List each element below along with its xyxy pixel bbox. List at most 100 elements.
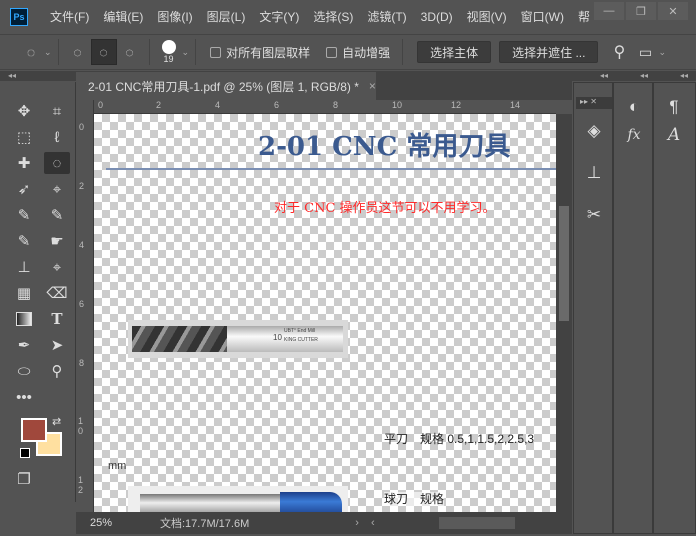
paragraph-icon[interactable]: ¶ (662, 95, 686, 119)
menu-filter[interactable]: 滤镜(T) (367, 8, 406, 25)
more-tools-icon[interactable]: ••• (11, 386, 37, 408)
character-icon[interactable]: A (662, 123, 686, 147)
zoom-level[interactable]: 25% (76, 517, 146, 529)
close-tab-icon[interactable]: × (369, 79, 376, 93)
path-selection-icon[interactable]: ➤ (44, 334, 70, 356)
tools-preset-icon[interactable]: ✂ (582, 203, 606, 227)
select-subject-button[interactable]: 选择主体 (417, 41, 492, 63)
brush-size-picker[interactable]: 19 (156, 40, 182, 64)
smudge-tool-icon[interactable]: ☛ (44, 230, 70, 252)
menu-type[interactable]: 文字(Y) (259, 8, 299, 25)
brush-tool-icon[interactable]: ✎ (11, 230, 37, 252)
chevron-down-icon[interactable]: ⌄ (44, 47, 52, 58)
perspective-crop-icon[interactable]: ▦ (11, 282, 37, 304)
document-tab-title: 2-01 CNC常用刀具-1.pdf @ 25% (图层 1, RGB/8) * (88, 79, 359, 94)
unit-label: mm (108, 460, 127, 472)
toolbar-collapse[interactable]: ◂◂ (0, 71, 76, 81)
collapse-icon[interactable]: ◂◂ (600, 71, 608, 80)
foreground-color-swatch-top[interactable] (21, 418, 47, 442)
chevron-down-icon[interactable]: ⌄ (658, 47, 666, 58)
close-button[interactable]: ✕ (658, 2, 688, 20)
layers-icon[interactable]: ◈ (582, 119, 606, 143)
type-tool-icon[interactable]: T (44, 308, 70, 330)
swap-colors-icon[interactable]: ⇄ (52, 415, 61, 428)
document-canvas[interactable]: 2-01 CNC 常用刀具 对于 CNC 操作员这节可以不用学习。 10 UBT… (94, 114, 556, 512)
status-menu-arrow[interactable]: › (355, 517, 359, 529)
mixer-brush-icon[interactable]: ✎ (11, 204, 37, 226)
clone-source-icon[interactable]: ⊥ (582, 161, 606, 185)
panel-group-header[interactable]: ▸▸ ✕ (576, 97, 612, 109)
eraser-tool-icon[interactable]: ⌫ (44, 282, 70, 304)
adjustments-icon[interactable]: ◐ (622, 95, 646, 119)
workspace-icon[interactable]: ▭ (632, 39, 658, 65)
zoom-tool-icon[interactable]: ⚲ (44, 360, 70, 382)
menu-help[interactable]: 帮 (578, 8, 590, 25)
subtract-selection-icon[interactable]: ◌ (117, 39, 143, 65)
lasso-tool-icon[interactable]: ℓ (44, 126, 70, 148)
flat-end-mill-image: 10 UBT° End Mill KING CUTTER (128, 320, 348, 358)
new-selection-icon[interactable]: ◌ (65, 39, 91, 65)
brush-preview (161, 40, 176, 54)
clone-stamp-icon[interactable]: ⊥ (11, 256, 37, 278)
menu-edit[interactable]: 编辑(E) (103, 8, 143, 25)
styles-fx-icon[interactable]: fx (622, 123, 646, 147)
ellipse-tool-icon[interactable]: ⬭ (11, 360, 37, 382)
panel-column-2: ◐ fx (613, 82, 653, 534)
panel-column-1: ▸▸ ✕ ◈ ⊥ ✂ (573, 82, 613, 534)
document-tab[interactable]: 2-01 CNC常用刀具-1.pdf @ 25% (图层 1, RGB/8) *… (76, 72, 376, 100)
ruler-tick: 2 (156, 100, 162, 110)
menu-select[interactable]: 选择(S) (313, 8, 353, 25)
chevron-down-icon[interactable]: ⌄ (182, 47, 190, 58)
eyedropper-icon[interactable]: ⌖ (44, 178, 70, 200)
status-bar: 25% 文档:17.7M/17.6M › ‹ (76, 512, 572, 534)
healing-brush-icon[interactable]: ✚ (11, 152, 37, 174)
select-and-mask-button[interactable]: 选择并遮住 ... (499, 41, 599, 63)
document-size: 文档:17.7M/17.6M (160, 518, 250, 530)
tool-label-number: 10 (273, 333, 282, 342)
ruler-tick: 0 (98, 100, 104, 110)
brush-size-value: 19 (163, 54, 174, 64)
move-tool-icon[interactable]: ✥ (11, 100, 37, 122)
gradient-tool-icon[interactable] (11, 308, 37, 330)
photoshop-logo: Ps (10, 7, 28, 26)
ruler-tick: 6 (274, 100, 280, 110)
tool-label-line2: KING CUTTER (284, 337, 318, 343)
horizontal-scroll-thumb[interactable] (438, 517, 515, 529)
sample-all-layers-checkbox[interactable] (210, 46, 222, 58)
scroll-left-icon[interactable]: ‹ (371, 517, 375, 529)
ruler-tick: 8 (333, 100, 339, 110)
ruler-tick: 0 (79, 122, 85, 132)
sample-all-layers-label: 对所有图层取样 (226, 45, 311, 60)
add-to-selection-icon[interactable]: ◌ (90, 39, 117, 65)
vertical-ruler: 0 2 4 6 8 10 12 (76, 100, 94, 512)
menu-layer[interactable]: 图层(L) (207, 8, 246, 25)
scroll-thumb[interactable] (559, 206, 569, 321)
pen-tool-icon[interactable]: ✒ (11, 334, 37, 356)
collapse-icon[interactable]: ◂◂ (680, 71, 688, 80)
color-replacement-icon[interactable]: ➶ (11, 178, 37, 200)
options-bar: ◌ ⌄ ◌ ◌ ◌ 19 ⌄ 对所有图层取样 自动增强 选择主体 选择并遮住 .… (0, 34, 696, 70)
search-icon[interactable]: ⚲ (606, 39, 632, 65)
menu-window[interactable]: 窗口(W) (521, 8, 564, 25)
vertical-scrollbar[interactable] (556, 114, 572, 512)
restore-button[interactable]: ❐ (626, 2, 656, 20)
background-eraser-icon[interactable]: ⌖ (44, 256, 70, 278)
screen-mode-icon[interactable]: ❐ (11, 468, 37, 490)
menu-view[interactable]: 视图(V) (467, 8, 507, 25)
menu-image[interactable]: 图像(I) (157, 8, 192, 25)
tool-preset-picker[interactable]: ◌ (18, 39, 44, 65)
default-colors-icon[interactable] (20, 448, 30, 458)
note-text: 对于 CNC 操作员这节可以不用学习。 (274, 201, 496, 216)
quick-selection-tool-icon[interactable]: ◌ (44, 152, 70, 174)
menu-bar: Ps 文件(F) 编辑(E) 图像(I) 图层(L) 文字(Y) 选择(S) 滤… (0, 0, 696, 33)
ruler-tick: 4 (215, 100, 221, 110)
ruler-tick: 10 (392, 100, 403, 110)
marquee-tool-icon[interactable]: ⬚ (11, 126, 37, 148)
minimize-button[interactable]: — (594, 2, 624, 20)
menu-file[interactable]: 文件(F) (50, 8, 89, 25)
history-brush-icon[interactable]: ✎ (44, 204, 70, 226)
auto-enhance-checkbox[interactable] (326, 46, 338, 58)
collapse-icon[interactable]: ◂◂ (640, 71, 648, 80)
crop-tool-icon[interactable]: ⌗ (44, 100, 70, 122)
menu-3d[interactable]: 3D(D) (421, 10, 453, 24)
